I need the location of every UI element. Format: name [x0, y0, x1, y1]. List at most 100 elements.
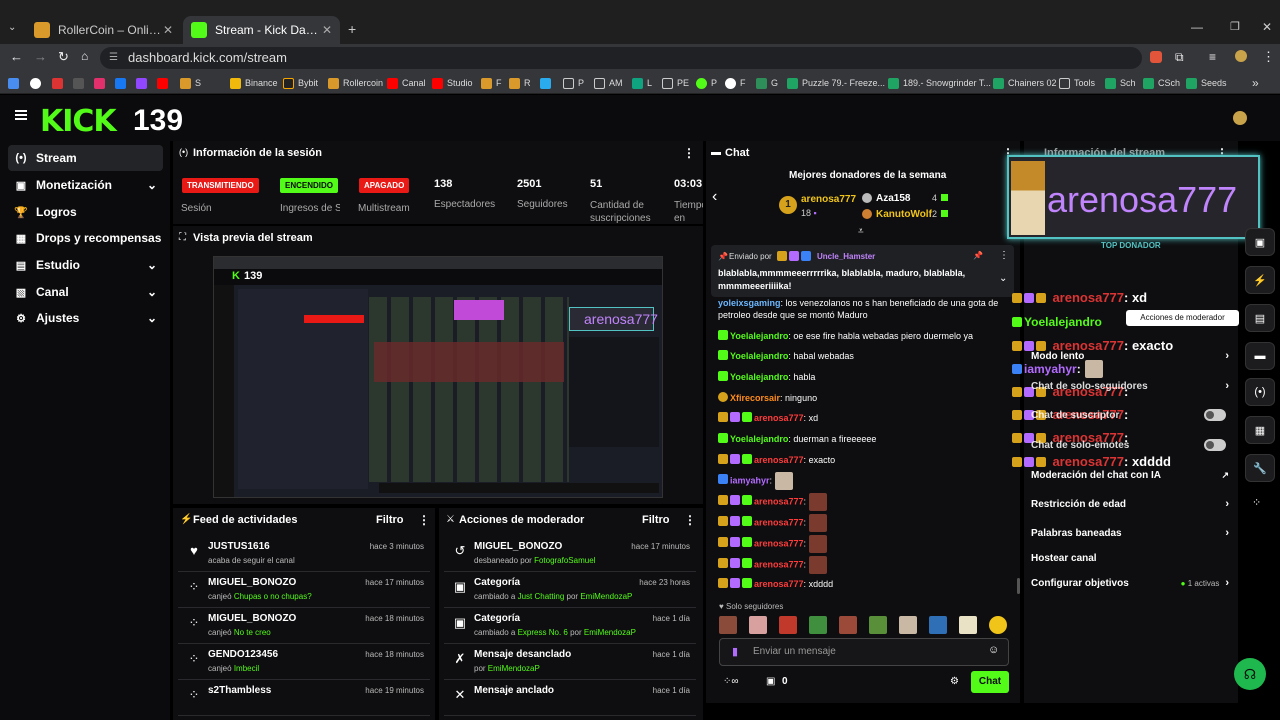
- donor-name[interactable]: KanutoWolf: [876, 209, 932, 220]
- bookmark-12[interactable]: Canal: [387, 72, 426, 94]
- rail-button-camera[interactable]: ▣: [1245, 228, 1275, 256]
- bookmark-4[interactable]: [94, 72, 109, 94]
- bookmark-9[interactable]: Binance: [230, 72, 278, 94]
- pinned-message[interactable]: 📌 Enviado por Uncle_Hamster 📌 ⋮ ⌄ blabla…: [711, 245, 1014, 297]
- rail-button-lightning[interactable]: ⚡: [1245, 266, 1275, 294]
- pin-icon[interactable]: 📌: [973, 251, 983, 260]
- chat-username[interactable]: Yoelalejandro: [730, 351, 788, 361]
- support-chat-button[interactable]: ☊: [1234, 658, 1266, 690]
- chat-username[interactable]: arenosa777: [754, 517, 804, 527]
- chat-username[interactable]: Yoelalejandro: [730, 331, 788, 341]
- tab-rollercoin[interactable]: RollerCoin – Online Bitcoin Mi... ✕: [26, 16, 181, 44]
- goals-icon[interactable]: ⁘∞: [723, 676, 739, 687]
- setting-row-slow-mode[interactable]: Modo lento ›: [1031, 347, 1229, 365]
- minimize-button[interactable]: —: [1191, 20, 1203, 34]
- emote-icon[interactable]: [929, 616, 947, 634]
- bookmark-8[interactable]: S: [180, 72, 201, 94]
- rail-button-chat[interactable]: ▬: [1245, 342, 1275, 370]
- bookmark-22[interactable]: F: [725, 72, 746, 94]
- chat-message[interactable]: arenosa777:: [718, 493, 1008, 511]
- microphone-icon[interactable]: ▮: [732, 645, 738, 658]
- chat-message[interactable]: arenosa777:: [718, 535, 1008, 553]
- emote-icon[interactable]: [749, 616, 767, 634]
- feed-row[interactable]: ⁘ s2Thambless hace 19 minutos: [178, 681, 430, 716]
- bookmark-5[interactable]: [115, 72, 130, 94]
- chat-settings-gear-icon[interactable]: ⚙: [950, 676, 959, 687]
- chat-message[interactable]: iamyahyr:: [718, 472, 1008, 490]
- browser-menu-icon[interactable]: ⋮: [1262, 49, 1275, 65]
- emote-only-toggle[interactable]: [1204, 439, 1226, 451]
- forward-arrow-icon[interactable]: →: [34, 49, 47, 64]
- bookmark-20[interactable]: PE: [662, 72, 689, 94]
- chat-message[interactable]: arenosa777: exacto: [718, 454, 1008, 466]
- emoji-picker-icon[interactable]: ☺: [988, 644, 999, 656]
- emote-icon[interactable]: [839, 616, 857, 634]
- bookmark-26[interactable]: Chainers 02: [993, 72, 1057, 94]
- profile-avatar[interactable]: [1235, 50, 1247, 62]
- back-arrow-icon[interactable]: ←: [10, 49, 23, 64]
- feed-filter-button[interactable]: Filtro: [376, 514, 404, 526]
- bookmark-27[interactable]: Tools: [1059, 72, 1095, 94]
- setting-row-age-restriction[interactable]: Restricción de edad ›: [1031, 495, 1229, 513]
- mod-row[interactable]: ▣ Categoría hace 23 horas cambiado a Jus…: [444, 573, 696, 608]
- bookmark-16[interactable]: [540, 72, 555, 94]
- chat-message[interactable]: arenosa777: xdddd: [718, 578, 1008, 590]
- tab-list-chevron-icon[interactable]: ⌄: [8, 22, 16, 33]
- frog-emote-icon[interactable]: [809, 616, 827, 634]
- feed-row[interactable]: ♥ JUSTUS1616 hace 3 minutos acaba de seg…: [178, 537, 430, 572]
- chat-username[interactable]: arenosa777: [754, 579, 804, 589]
- bookmark-1[interactable]: [30, 72, 45, 94]
- site-info-icon[interactable]: ☰: [109, 47, 118, 69]
- setting-row-emote-only[interactable]: Chat de solo-emotes: [1031, 436, 1229, 454]
- bookmark-23[interactable]: G: [756, 72, 778, 94]
- store-icon[interactable]: ▣: [766, 676, 775, 687]
- donor-name[interactable]: Aza158: [876, 193, 910, 204]
- send-chat-button[interactable]: Chat: [971, 671, 1009, 693]
- chat-message[interactable]: arenosa777:: [718, 514, 1008, 532]
- mod-row[interactable]: ✗ Mensaje desanclado hace 1 día por EmiM…: [444, 645, 696, 680]
- sidebar-item-estudio[interactable]: ▤ Estudio ⌄: [8, 252, 163, 278]
- chat-username[interactable]: arenosa777: [754, 496, 804, 506]
- emote-icon[interactable]: [869, 616, 887, 634]
- cat-emote-icon[interactable]: [899, 616, 917, 634]
- bookmark-21[interactable]: P: [696, 72, 717, 94]
- kebab-menu-icon[interactable]: ⋮: [999, 250, 1009, 261]
- chat-username[interactable]: arenosa777: [754, 559, 804, 569]
- home-icon[interactable]: ⌂: [81, 49, 88, 63]
- chat-username[interactable]: Yoelalejandro: [730, 434, 788, 444]
- emote-icon[interactable]: [779, 616, 797, 634]
- rail-button-media[interactable]: ▦: [1245, 416, 1275, 444]
- chat-username[interactable]: arenosa777: [754, 455, 804, 465]
- chat-message[interactable]: Yoelalejandro: duerman a fireeeeee: [718, 433, 1008, 445]
- sidebar-item-ajustes[interactable]: ⚙ Ajustes ⌄: [8, 305, 163, 331]
- rail-button-broadcast[interactable]: (•): [1245, 378, 1275, 406]
- mod-row[interactable]: ▣ Categoría hace 1 día cambiado a Expres…: [444, 609, 696, 644]
- tab-kick-dashboard[interactable]: Stream - Kick Dashboard ✕: [183, 16, 340, 44]
- sidebar-item-canal[interactable]: ▧ Canal ⌄: [8, 279, 163, 305]
- feed-row[interactable]: ⁘ MIGUEL_BONOZO hace 18 minutos canjeó N…: [178, 609, 430, 644]
- feed-row[interactable]: ⁘ MIGUEL_BONOZO hace 17 minutos canjeó C…: [178, 573, 430, 608]
- kebab-menu-icon[interactable]: ⋮: [683, 146, 695, 160]
- chat-message[interactable]: Yoelalejandro: habla: [718, 371, 1008, 383]
- bookmark-7[interactable]: [157, 72, 172, 94]
- bookmark-10[interactable]: Bybit: [283, 72, 318, 94]
- user-avatar[interactable]: [1233, 111, 1247, 125]
- mod-filter-button[interactable]: Filtro: [642, 514, 670, 526]
- chevron-left-icon[interactable]: ‹: [712, 188, 717, 206]
- bookmark-6[interactable]: [136, 72, 151, 94]
- new-tab-button[interactable]: +: [348, 21, 356, 37]
- sidebar-item-monetizacion[interactable]: ▣ Monetización ⌄: [8, 172, 163, 198]
- address-bar[interactable]: ☰ dashboard.kick.com/stream: [100, 47, 1142, 69]
- maximize-button[interactable]: ❐: [1230, 20, 1240, 33]
- setting-row-subscriber-chat[interactable]: Chat de suscriptor: [1031, 406, 1229, 424]
- sidebar-item-stream[interactable]: (•) Stream: [8, 145, 163, 171]
- smiley-emote-icon[interactable]: [989, 616, 1007, 634]
- bookmark-11[interactable]: Rollercoin: [328, 72, 383, 94]
- chat-scrollbar[interactable]: [1017, 578, 1020, 594]
- bookmark-30[interactable]: Seeds: [1186, 72, 1227, 94]
- bookmark-25[interactable]: 189.- Snowgrinder T...: [888, 72, 991, 94]
- chat-username[interactable]: Xfirecorsair: [730, 393, 780, 403]
- bookmark-2[interactable]: [52, 72, 67, 94]
- bookmarks-overflow-icon[interactable]: »: [1252, 72, 1259, 94]
- chat-message[interactable]: yoleixsgaming: los venezolanos no s han …: [718, 297, 1008, 321]
